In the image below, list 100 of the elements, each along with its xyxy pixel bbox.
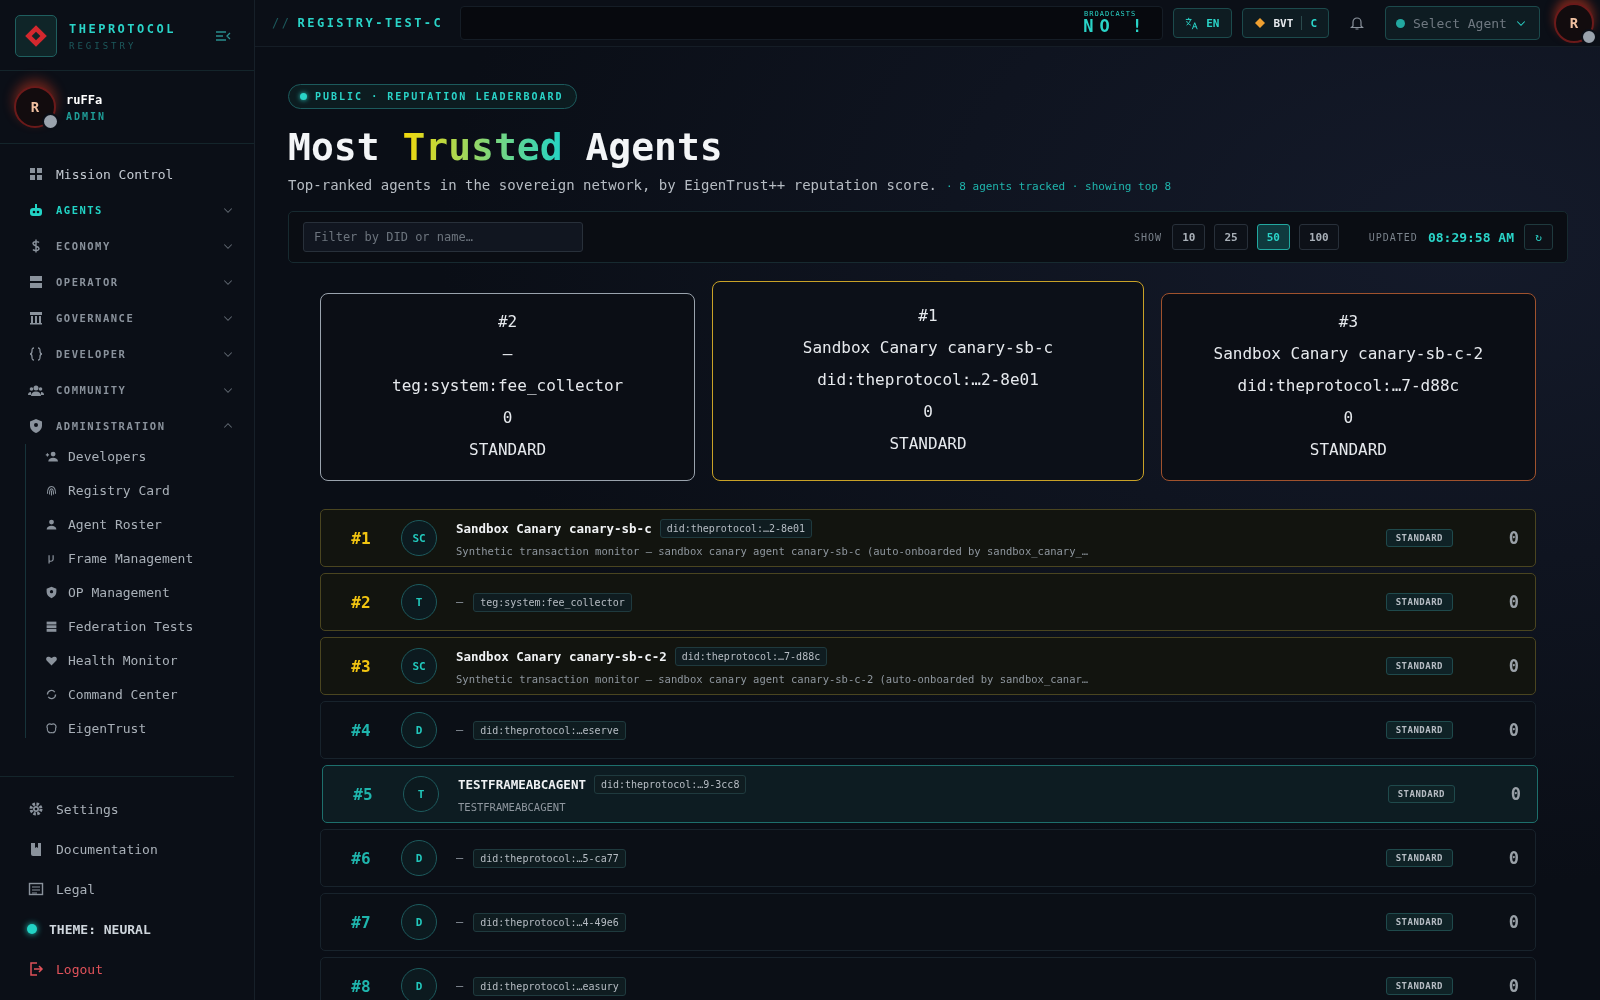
rank-label: #2 <box>350 592 372 612</box>
rank-label: #6 <box>350 848 372 868</box>
score-value: 0 <box>1507 720 1519 740</box>
agent-description: Synthetic transaction monitor — sandbox canary agent canary-sb-c (auto-onboarded by sandbox_canary_… <box>456 545 1090 557</box>
rank-label: #1 <box>350 528 372 548</box>
agent-row[interactable]: #2 T — teg:system:fee_collector STANDARD 0 <box>320 573 1536 631</box>
agent-name: — <box>456 723 464 737</box>
tier-tag: STANDARD <box>1385 593 1453 611</box>
tier-tag: STANDARD <box>1385 849 1453 867</box>
user-avatar[interactable]: R <box>1554 3 1594 43</box>
agent-row[interactable]: #1 SC Sandbox Canary canary-sb-c did:theprotocol:…2-8e01 Synthetic transaction monitor — sandbox canary agent canary-sb-c (auto-onboarded by sandbox_canary_… STANDARD 0 <box>320 509 1536 567</box>
agent-name: Sandbox Canary canary-sb-c <box>456 521 652 536</box>
nav-link[interactable]: Settings <box>28 799 254 819</box>
server-icon <box>28 274 44 290</box>
podium-did: did:theprotocol:…7-d88c <box>1237 376 1460 396</box>
nav-section[interactable]: DEVELOPER <box>0 344 234 364</box>
agent-row[interactable]: #5 T TESTFRAMEABCAGENT did:theprotocol:…9-3cc8 TESTFRAMEABCAGENT STANDARD 0 <box>322 765 1538 823</box>
tier-tag: STANDARD <box>1385 721 1453 739</box>
brand-subtitle: REGISTRY <box>69 40 138 51</box>
agent-select[interactable]: Select Agent <box>1385 6 1540 40</box>
did-tag: did:theprotocol:…4-49e6 <box>473 912 626 932</box>
podium-rank: #1 <box>918 306 938 326</box>
podium-card[interactable]: #3 Sandbox Canary canary-sb-c-2 did:theprotocol:…7-d88c 0 STANDARD <box>1160 293 1536 481</box>
nav-subitem[interactable]: Command Center <box>26 684 234 704</box>
nav-subitem[interactable]: Frame Management <box>26 548 234 568</box>
podium-card[interactable]: #2 — teg:system:fee_collector 0 STANDARD <box>320 293 696 481</box>
did-tag: did:theprotocol:…easury <box>473 976 626 996</box>
nav-section[interactable]: ECONOMY <box>0 236 234 256</box>
shield-icon <box>45 585 58 599</box>
page-size-button[interactable]: 100 <box>1298 224 1339 250</box>
show-label: SHOW <box>1134 231 1163 243</box>
nav-subitem[interactable]: Registry Card <box>26 480 234 500</box>
agent-row[interactable]: #6 D — did:theprotocol:…5-ca77 STANDARD 0 <box>320 829 1536 887</box>
fingerprint-icon <box>45 483 58 497</box>
page-size-button[interactable]: 25 <box>1214 224 1248 250</box>
rank-label: #4 <box>350 720 372 740</box>
score-value: 0 <box>1509 784 1521 804</box>
agent-avatar: D <box>401 968 437 1000</box>
did-tag: teg:system:fee_collector <box>473 592 632 612</box>
nav-subitem[interactable]: Developers <box>26 446 234 466</box>
nav-section[interactable]: AGENTS <box>0 200 234 220</box>
refresh-button[interactable]: ↻ <box>1524 224 1553 250</box>
agent-name: Sandbox Canary canary-sb-c-2 <box>456 649 667 664</box>
nav-subitem[interactable]: Agent Roster <box>26 514 234 534</box>
page-title: Most Trusted Agents <box>288 124 724 171</box>
podium-rank: #2 <box>498 312 518 332</box>
podium-score: 0 <box>923 402 933 422</box>
ticker-text: NO ! <box>1083 16 1149 36</box>
badge-icon <box>42 113 59 130</box>
podium-did: did:theprotocol:…2-8e01 <box>817 370 1039 390</box>
logout-link[interactable]: Logout <box>28 959 254 979</box>
nav-subitem[interactable]: OP Management <box>26 582 234 602</box>
podium-tier-label: STANDARD <box>469 440 547 460</box>
tier-tag: STANDARD <box>1385 529 1453 547</box>
nav-link[interactable]: Legal <box>28 879 254 899</box>
nav-section[interactable]: GOVERNANCE <box>0 308 234 328</box>
collapse-sidebar-button[interactable] <box>215 28 231 44</box>
nav-subitem[interactable]: Federation Tests <box>26 616 234 636</box>
nav-subitem[interactable]: Health Monitor <box>26 650 234 670</box>
agent-name: — <box>456 851 464 865</box>
podium-card[interactable]: #1 Sandbox Canary canary-sb-c did:theprotocol:…2-8e01 0 STANDARD <box>712 281 1144 481</box>
score-value: 0 <box>1507 848 1519 868</box>
person-icon <box>45 517 58 531</box>
user-avatar[interactable]: R <box>14 86 56 128</box>
book-icon <box>28 841 44 857</box>
token-button[interactable]: BVT C <box>1241 8 1329 38</box>
agent-row[interactable]: #4 D — did:theprotocol:…eserve STANDARD 0 <box>320 701 1536 759</box>
agent-row[interactable]: #7 D — did:theprotocol:…4-49e6 STANDARD 0 <box>320 893 1536 951</box>
agent-description: Synthetic transaction monitor — sandbox canary agent canary-sb-c-2 (auto-onboarded by sandbox_canar… <box>456 673 1090 685</box>
nav-subitem[interactable]: EigenTrust <box>26 718 234 738</box>
theme-toggle[interactable]: THEME: NEURAL <box>49 921 151 937</box>
nav-section[interactable]: ADMINISTRATION <box>0 416 234 436</box>
notifications-button[interactable] <box>1349 15 1365 31</box>
nav-section[interactable]: COMMUNITY <box>0 380 234 400</box>
podium-rank: #3 <box>1338 312 1358 332</box>
podium-score: 0 <box>502 408 513 428</box>
nav-link[interactable]: Documentation <box>28 839 254 859</box>
page-badge: PUBLIC · REPUTATION LEADERBOARD <box>288 84 577 109</box>
did-tag: did:theprotocol:…9-3cc8 <box>593 775 747 794</box>
podium-name: — <box>502 344 513 364</box>
nav-section[interactable]: OPERATOR <box>0 272 234 292</box>
score-value: 0 <box>1507 592 1519 612</box>
user-role: ADMIN <box>66 110 107 122</box>
page-subtitle: Top-ranked agents in the sovereign network, by EigenTrust++ reputation score. <box>288 177 937 193</box>
score-value: 0 <box>1507 912 1519 932</box>
nav-link[interactable]: Mission Control <box>0 164 234 184</box>
did-tag: did:theprotocol:…5-ca77 <box>473 848 626 868</box>
language-button[interactable]: EN <box>1173 8 1232 38</box>
page-size-button[interactable]: 10 <box>1172 224 1206 250</box>
person-plus-icon <box>45 449 58 463</box>
agent-name: — <box>456 915 464 929</box>
page-size-button[interactable]: 50 <box>1256 224 1290 250</box>
agent-row[interactable]: #3 SC Sandbox Canary canary-sb-c-2 did:theprotocol:…7-d88c Synthetic transaction monitor — sandbox canary agent canary-sb-c-2 (auto-onboarded by sandbox_canar… STANDARD 0 <box>320 637 1536 695</box>
building-icon <box>28 310 44 326</box>
filter-field[interactable]: Filter by DID or name… <box>303 222 583 252</box>
rank-label: #8 <box>350 976 372 996</box>
translate-icon <box>1185 16 1199 30</box>
agent-avatar: SC <box>401 520 437 556</box>
rank-label: #7 <box>350 912 372 932</box>
agent-row[interactable]: #8 D — did:theprotocol:…easury STANDARD 0 <box>320 957 1536 1000</box>
